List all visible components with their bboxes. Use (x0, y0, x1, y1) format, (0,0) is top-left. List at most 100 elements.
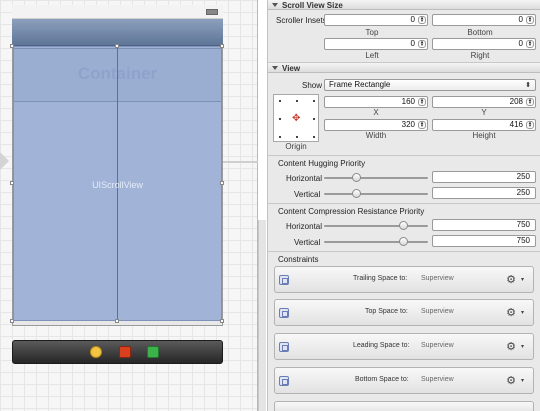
origin-point[interactable] (279, 118, 281, 120)
first-responder-icon[interactable] (90, 346, 102, 358)
compression-vertical-knob[interactable] (399, 237, 409, 246)
trailing-constraint-icon (279, 275, 289, 285)
storyboard-canvas[interactable]: Container UIScrollView (0, 0, 258, 411)
compression-title: Content Compression Resistance Priority (278, 207, 425, 216)
x-field[interactable]: 160 ▴ ▾ (324, 96, 428, 108)
view-section-header[interactable]: View (268, 62, 540, 73)
compression-horizontal-label: Horizontal (286, 222, 323, 231)
x-value: 160 (401, 97, 415, 106)
left-caption: Left (365, 51, 379, 60)
resize-handle[interactable] (220, 319, 224, 323)
show-label: Show (302, 81, 323, 90)
exit-icon[interactable] (119, 346, 131, 358)
resize-handle[interactable] (115, 44, 119, 48)
chevron-down-icon[interactable]: ▾ (521, 309, 524, 316)
inset-top-value: 0 (410, 15, 415, 24)
height-value: 416 (509, 120, 523, 129)
stepper-icon[interactable]: ▴ ▾ (418, 16, 426, 24)
compression-horizontal-knob[interactable] (399, 221, 409, 230)
chevron-down-icon[interactable]: ▾ (521, 276, 524, 283)
constraint-label: Trailing Space to: (353, 275, 408, 282)
gear-icon[interactable]: ⚙ (506, 306, 516, 319)
size-inspector: Scroll View Size Scroller Insets 0 ▴ ▾ 0 … (267, 0, 540, 411)
origin-point[interactable] (313, 118, 315, 120)
stepper-icon[interactable]: ▴ ▾ (526, 40, 534, 48)
scroll-view-size-header[interactable]: Scroll View Size (268, 0, 540, 10)
top-caption: Top (365, 28, 379, 37)
y-field[interactable]: 208 ▴ ▾ (432, 96, 536, 108)
origin-point[interactable] (279, 100, 281, 102)
compression-horizontal-slider[interactable] (324, 225, 428, 227)
inset-left-field[interactable]: 0 ▴ ▾ (324, 38, 428, 50)
show-select[interactable]: Frame Rectangle ⬍ (324, 79, 536, 91)
origin-point[interactable] (313, 136, 315, 138)
origin-point[interactable] (296, 100, 298, 102)
origin-selector[interactable]: ✥ (273, 94, 319, 142)
resize-handle[interactable] (10, 44, 14, 48)
resize-handle[interactable] (10, 319, 14, 323)
width-field[interactable]: 320 ▴ ▾ (324, 119, 428, 131)
width-caption: Width (365, 131, 387, 140)
constraint-target: Superview (421, 308, 454, 315)
top-constraint-icon (279, 308, 289, 318)
stepper-icon[interactable]: ▴ ▾ (418, 40, 426, 48)
resize-handle[interactable] (220, 181, 224, 185)
scrollview-label: UIScrollView (92, 180, 143, 190)
hugging-horizontal-slider[interactable] (324, 177, 428, 179)
canvas-scrollbar[interactable] (258, 220, 266, 411)
hugging-horizontal-knob[interactable] (352, 173, 362, 182)
hugging-horizontal-field[interactable]: 250 (432, 171, 536, 183)
origin-point[interactable] (279, 136, 281, 138)
constraint-target: Superview (421, 275, 454, 282)
disclosure-triangle-icon[interactable] (272, 66, 278, 70)
width-value: 320 (401, 120, 415, 129)
gear-icon[interactable]: ⚙ (506, 374, 516, 387)
stepper-icon[interactable]: ▴ ▾ (526, 16, 534, 24)
constraint-leading[interactable]: Leading Space to: Superview ⚙ ▾ (274, 333, 534, 360)
hugging-horizontal-label: Horizontal (286, 174, 323, 183)
view-controller-icon[interactable] (147, 346, 159, 358)
inset-right-value: 0 (518, 39, 523, 48)
scene-dock (12, 340, 223, 364)
disclosure-triangle-icon[interactable] (272, 3, 278, 7)
compression-vertical-field[interactable]: 750 (432, 235, 536, 247)
chevron-down-icon[interactable]: ▾ (521, 377, 524, 384)
hugging-vertical-label: Vertical (294, 190, 321, 199)
stepper-icon[interactable]: ▴ ▾ (526, 98, 534, 106)
navigation-bar[interactable] (12, 19, 223, 46)
origin-point[interactable] (296, 136, 298, 138)
origin-center-icon[interactable]: ✥ (292, 114, 300, 124)
resize-handle[interactable] (115, 319, 119, 323)
section-title: Scroll View Size (282, 1, 343, 10)
entry-point-arrow-icon (0, 152, 9, 170)
hugging-vertical-field[interactable]: 250 (432, 187, 536, 199)
origin-point[interactable] (313, 100, 315, 102)
show-select-value: Frame Rectangle (329, 80, 391, 89)
constraint-bottom[interactable]: Bottom Space to: Superview ⚙ ▾ (274, 367, 534, 394)
inset-right-field[interactable]: 0 ▴ ▾ (432, 38, 536, 50)
constraint-partial[interactable] (274, 401, 534, 411)
resize-handle[interactable] (220, 44, 224, 48)
inset-top-field[interactable]: 0 ▴ ▾ (324, 14, 428, 26)
compression-vertical-slider[interactable] (324, 241, 428, 243)
compression-horizontal-field[interactable]: 750 (432, 219, 536, 231)
inset-bottom-field[interactable]: 0 ▴ ▾ (432, 14, 536, 26)
separator (268, 155, 540, 156)
separator (268, 203, 540, 204)
stepper-icon[interactable]: ▴ ▾ (418, 98, 426, 106)
resize-handle[interactable] (10, 181, 14, 185)
constraint-trailing[interactable]: Trailing Space to: Superview ⚙ ▾ (274, 266, 534, 293)
hugging-vertical-knob[interactable] (352, 189, 362, 198)
compression-vertical-label: Vertical (294, 238, 321, 247)
height-field[interactable]: 416 ▴ ▾ (432, 119, 536, 131)
stepper-icon[interactable]: ▴ ▾ (526, 121, 534, 129)
hugging-vertical-slider[interactable] (324, 193, 428, 195)
bottom-constraint-icon (279, 376, 289, 386)
constraint-top[interactable]: Top Space to: Superview ⚙ ▾ (274, 299, 534, 326)
stepper-icon[interactable]: ▴ ▾ (418, 121, 426, 129)
origin-caption: Origin (285, 142, 307, 151)
gear-icon[interactable]: ⚙ (506, 340, 516, 353)
scroller-insets-label: Scroller Insets (276, 16, 327, 25)
chevron-down-icon[interactable]: ▾ (521, 343, 524, 350)
gear-icon[interactable]: ⚙ (506, 273, 516, 286)
